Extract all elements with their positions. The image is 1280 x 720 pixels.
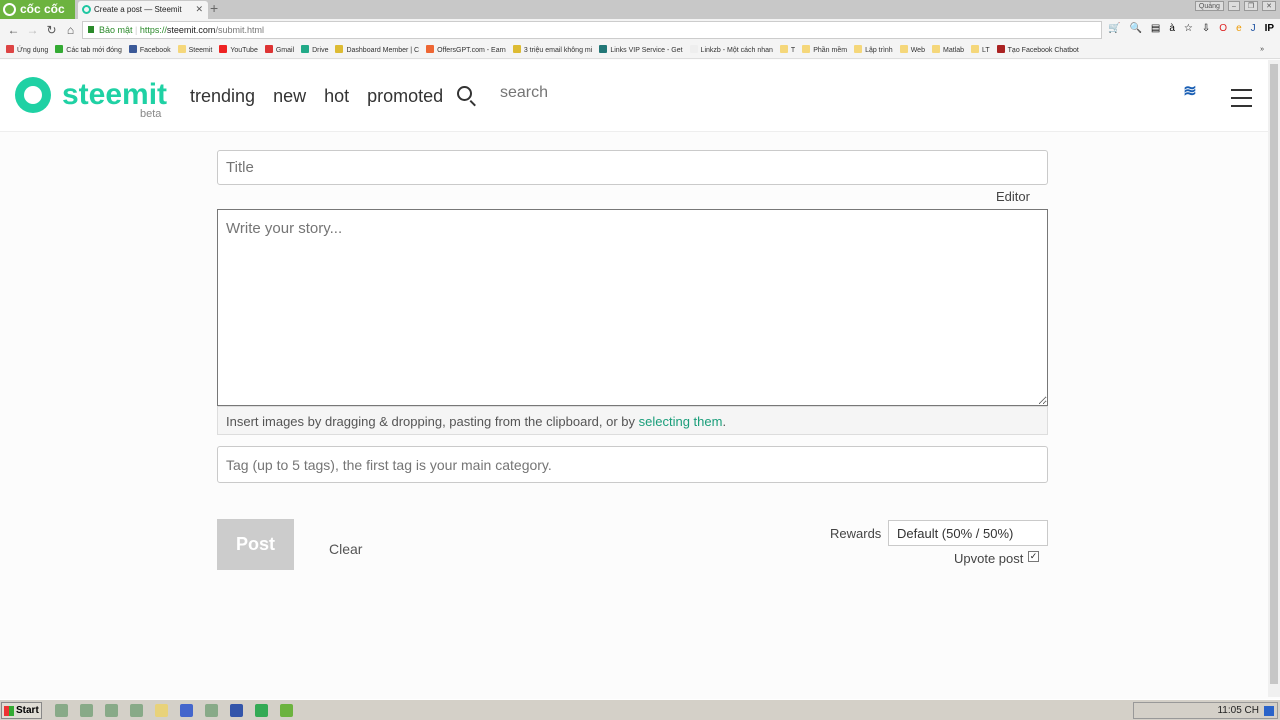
select-images-link[interactable]: selecting them [639, 414, 723, 429]
title-input[interactable] [217, 150, 1048, 185]
folder-icon[interactable] [155, 704, 168, 717]
coccoc-logo-icon [3, 3, 16, 16]
url-scheme: https:// [139, 25, 167, 35]
bookmark[interactable]: Các tab mới đóng [55, 45, 122, 54]
bookmarks-bar: Ứng dụng Các tab mới đóng Facebook Steem… [0, 40, 1280, 59]
app-icon[interactable] [80, 704, 93, 717]
zoom-icon[interactable]: 🔍 [1129, 23, 1141, 34]
bookmark[interactable]: Ứng dụng [6, 45, 48, 54]
editor-toggle[interactable]: Editor [996, 189, 1030, 204]
home-icon[interactable]: ⌂ [61, 23, 80, 37]
hint-text: Insert images by dragging & dropping, pa… [226, 414, 639, 429]
bookmark[interactable]: Drive [301, 45, 328, 54]
bookmark[interactable]: LT [971, 45, 990, 54]
hint-end: . [722, 414, 727, 429]
bookmark[interactable]: Gmail [265, 45, 294, 54]
bookmark[interactable]: OffersGPT.com - Earn [426, 45, 506, 54]
bookmark[interactable]: Web [900, 45, 925, 54]
bookmark[interactable]: 3 triệu email không mi [513, 45, 592, 54]
close-window-button[interactable]: ✕ [1262, 1, 1276, 11]
app-icon[interactable] [255, 704, 268, 717]
logo-text[interactable]: steemit [62, 78, 167, 112]
bookmarks-more[interactable]: » [1260, 46, 1264, 53]
minimize-button[interactable]: – [1227, 1, 1240, 11]
user-avatar[interactable]: ≋ [1176, 82, 1204, 108]
windows-taskbar: Start 11:05 CH [0, 699, 1280, 720]
bookmark[interactable]: Facebook [129, 45, 171, 54]
bookmark[interactable]: Links VIP Service - Get [599, 45, 682, 54]
url-path: /submit.html [215, 25, 264, 35]
steemit-logo-icon[interactable] [15, 77, 51, 113]
extension-icon[interactable]: e [1236, 23, 1242, 34]
security-label: Bảo mật [99, 25, 133, 35]
app-icon[interactable] [55, 704, 68, 717]
browser-brand[interactable]: cốc cốc [0, 0, 75, 19]
shield-icon[interactable] [180, 704, 193, 717]
ip-icon[interactable]: IP [1265, 23, 1274, 34]
search-input[interactable] [500, 84, 650, 102]
bookmark[interactable]: Tạo Facebook Chatbot [997, 45, 1079, 54]
browser-tabbar: cốc cốc Create a post — Steemit ✕ + Quảng… [0, 0, 1280, 19]
steemit-favicon-icon [82, 5, 91, 14]
nav-hot[interactable]: hot [324, 86, 349, 107]
quick-launch [55, 704, 293, 717]
tags-input[interactable] [217, 446, 1048, 483]
tab-create-post[interactable]: Create a post — Steemit ✕ [78, 1, 208, 19]
url-input[interactable]: Bảo mật | https://steemit.com/submit.htm… [82, 21, 1102, 39]
nav-new[interactable]: new [273, 86, 306, 107]
back-icon[interactable]: ← [4, 23, 23, 37]
opera-icon[interactable]: O [1219, 23, 1227, 34]
font-icon[interactable]: à [1169, 23, 1175, 34]
search-icon[interactable] [457, 86, 472, 101]
bookmark[interactable]: Phần mềm [802, 45, 847, 54]
close-tab-icon[interactable]: ✕ [195, 1, 203, 18]
app-icon[interactable] [105, 704, 118, 717]
rewards-label: Rewards [830, 526, 882, 541]
start-button[interactable]: Start [1, 702, 42, 719]
clock[interactable]: 11:05 CH [1217, 705, 1259, 716]
tab-title: Create a post — Steemit [94, 5, 182, 14]
download-icon[interactable]: ⇩ [1202, 23, 1210, 34]
bookmark[interactable]: Matlab [932, 45, 964, 54]
extensions: 🛒🔍▤à☆⇩OeJIP⤓ [1108, 23, 1280, 34]
beta-label: beta [140, 108, 162, 120]
upvote-checkbox[interactable]: ✓ [1028, 551, 1039, 562]
main-nav: trending new hot promoted [190, 86, 443, 107]
rewards-select[interactable]: Default (50% / 50%) [888, 520, 1048, 546]
forward-icon[interactable]: → [23, 23, 42, 37]
bookmark[interactable]: Linkzb - Một cách nhan [690, 45, 773, 54]
coccoc-task-icon[interactable] [280, 704, 293, 717]
hamburger-menu-icon[interactable] [1231, 89, 1252, 113]
post-button[interactable]: Post [217, 519, 294, 570]
page-scrollbar[interactable] [1268, 60, 1280, 697]
nav-promoted[interactable]: promoted [367, 86, 443, 107]
bookmark[interactable]: YouTube [219, 45, 258, 54]
lock-icon [88, 26, 94, 33]
bookmark[interactable]: Steemit [178, 45, 213, 54]
translate-icon[interactable]: ▤ [1151, 23, 1160, 34]
app-icon[interactable] [230, 704, 243, 717]
brand-label: cốc cốc [20, 2, 65, 16]
bookmark[interactable]: Lập trình [854, 45, 893, 54]
upvote-label: Upvote post [954, 551, 1024, 566]
reload-icon[interactable]: ↻ [42, 23, 61, 37]
app-icon[interactable] [205, 704, 218, 717]
nav-trending[interactable]: trending [190, 86, 255, 107]
cart-icon[interactable]: 🛒 [1108, 23, 1120, 34]
image-upload-hint: Insert images by dragging & dropping, pa… [217, 406, 1048, 435]
star-icon[interactable]: ☆ [1184, 23, 1193, 34]
app-icon[interactable] [130, 704, 143, 717]
site-header: steemit beta trending new hot promoted ≋ [0, 60, 1268, 132]
j-icon[interactable]: J [1251, 23, 1256, 34]
system-tray: 11:05 CH [1133, 702, 1278, 719]
new-tab-button[interactable]: + [210, 0, 218, 16]
story-textarea[interactable] [217, 209, 1048, 406]
restore-button[interactable]: ❐ [1243, 1, 1259, 11]
bookmark[interactable]: Dashboard Member | C [335, 45, 419, 54]
bookmark[interactable]: T [780, 45, 795, 54]
user-badge[interactable]: Quảng [1194, 1, 1224, 11]
clear-button[interactable]: Clear [329, 541, 362, 557]
url-host: steemit.com [166, 25, 216, 35]
